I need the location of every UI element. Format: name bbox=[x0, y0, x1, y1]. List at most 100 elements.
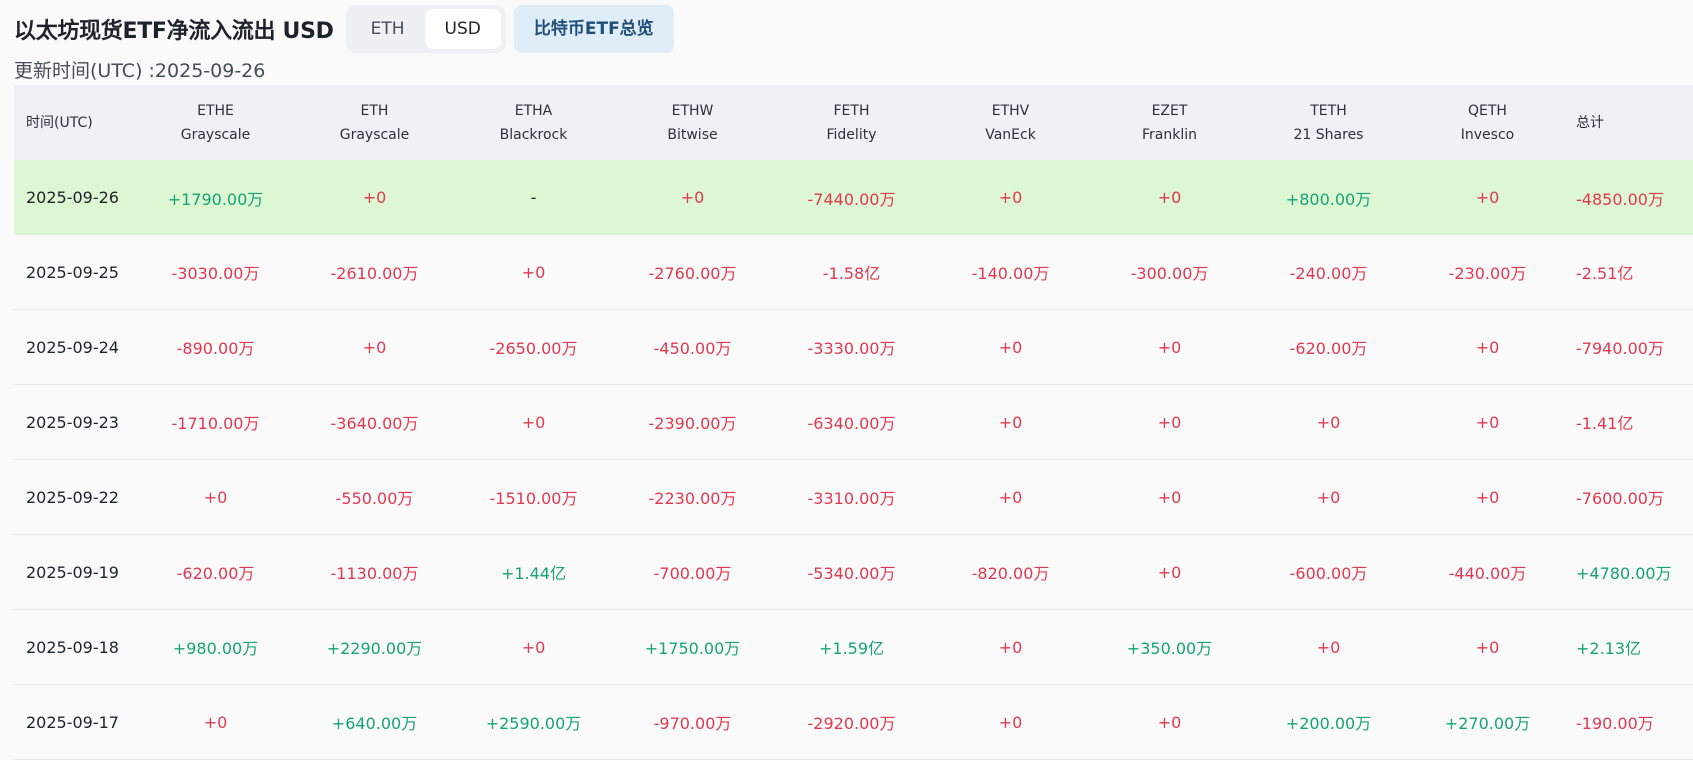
flow-cell-ethv: +0 bbox=[998, 487, 1023, 507]
table-body: 2025-09-26 +1790.00万 +0 - +0 -7440.00万 +0 +0 +80… bbox=[14, 160, 1693, 760]
flow-cell-ezet: +0 bbox=[1157, 188, 1182, 207]
column-header-eth: ETH Grayscale bbox=[295, 99, 454, 147]
flow-cell-eth: -1130.00万 bbox=[330, 564, 419, 583]
column-ticker: ETHA bbox=[514, 102, 553, 119]
flow-cell-eth: -550.00万 bbox=[335, 489, 414, 508]
flow-cell-ethw: -2760.00万 bbox=[648, 264, 737, 283]
table-row: 2025-09-23 -1710.00万 -3640.00万 +0 -2390.00万 -… bbox=[14, 385, 1693, 460]
flow-cell-ethv: +0 bbox=[998, 637, 1023, 657]
flow-cell-teth: -600.00万 bbox=[1289, 564, 1368, 583]
flow-cell-qeth: +0 bbox=[1475, 337, 1500, 357]
updated-time: 更新时间(UTC) :2025-09-26 bbox=[14, 60, 266, 82]
column-header-ezet: EZET Franklin bbox=[1090, 99, 1249, 147]
flow-cell-ezet: +0 bbox=[1157, 337, 1182, 357]
flow-cell-qeth: +0 bbox=[1475, 412, 1500, 432]
flow-cell-teth: +0 bbox=[1316, 487, 1341, 507]
column-ticker: ETHW bbox=[671, 102, 714, 119]
flow-cell-feth: -5340.00万 bbox=[807, 564, 896, 583]
flow-cell-ethe: +0 bbox=[203, 487, 228, 507]
flow-cell-etha: +2590.00万 bbox=[485, 714, 582, 733]
unit-usd-button[interactable]: USD bbox=[424, 9, 501, 49]
column-issuer: Franklin bbox=[1141, 126, 1197, 143]
column-header-etha: ETHA Blackrock bbox=[454, 99, 613, 147]
flow-cell-ezet: +0 bbox=[1157, 712, 1182, 732]
flow-cell-etha: -2650.00万 bbox=[489, 339, 578, 358]
row-date: 2025-09-26 bbox=[26, 188, 119, 207]
page-title: 以太坊现货ETF净流入流出 USD bbox=[14, 19, 334, 44]
flow-cell-eth: -2610.00万 bbox=[330, 264, 419, 283]
column-ticker: ETHV bbox=[991, 102, 1030, 119]
flow-cell-teth: +200.00万 bbox=[1285, 714, 1372, 733]
unit-toggle: ETH USD bbox=[345, 5, 506, 53]
page-header: 以太坊现货ETF净流入流出 USD ETH USD 比特币ETF总览 bbox=[14, 5, 674, 53]
flow-cell-feth: -3330.00万 bbox=[807, 339, 896, 358]
flow-cell-qeth: +270.00万 bbox=[1444, 714, 1531, 733]
flow-cell-total: +4780.00万 bbox=[1576, 564, 1672, 583]
flow-cell-ethe: +980.00万 bbox=[172, 639, 259, 658]
flow-cell-qeth: +0 bbox=[1475, 637, 1500, 657]
flow-cell-ethe: -620.00万 bbox=[176, 564, 255, 583]
table-row: 2025-09-25 -3030.00万 -2610.00万 +0 -2760.00万 -… bbox=[14, 235, 1693, 310]
flow-cell-etha: +0 bbox=[521, 637, 546, 657]
column-ticker: FETH bbox=[833, 102, 870, 119]
flow-cell-feth: -6340.00万 bbox=[807, 414, 896, 433]
column-header-ethw: ETHW Bitwise bbox=[613, 99, 772, 147]
table-row: 2025-09-24 -890.00万 +0 -2650.00万 -450.00万 -33… bbox=[14, 310, 1693, 385]
flow-cell-teth: +800.00万 bbox=[1285, 189, 1372, 209]
flow-cell-total: +2.13亿 bbox=[1576, 639, 1642, 658]
column-header-ethe: ETHE Grayscale bbox=[136, 99, 295, 147]
flow-cell-ethw: -700.00万 bbox=[653, 564, 732, 583]
column-issuer: 21 Shares bbox=[1293, 126, 1364, 143]
unit-eth-button[interactable]: ETH bbox=[351, 9, 425, 49]
flow-cell-eth: +2290.00万 bbox=[326, 639, 423, 658]
flow-cell-eth: -3640.00万 bbox=[330, 414, 419, 433]
column-ticker: ETHE bbox=[197, 102, 234, 119]
flow-cell-teth: +0 bbox=[1316, 637, 1341, 657]
flow-cell-teth: -240.00万 bbox=[1289, 264, 1368, 283]
flow-cell-ethe: +0 bbox=[203, 712, 228, 732]
row-date: 2025-09-22 bbox=[26, 487, 119, 507]
row-date: 2025-09-18 bbox=[26, 637, 119, 657]
flow-cell-ethw: -2230.00万 bbox=[648, 489, 737, 508]
table-row: 2025-09-18 +980.00万 +2290.00万 +0 +1750.00万 +1… bbox=[14, 610, 1693, 685]
table-row: 2025-09-19 -620.00万 -1130.00万 +1.44亿 -700.00… bbox=[14, 535, 1693, 610]
flow-cell-feth: +1.59亿 bbox=[818, 639, 885, 658]
column-issuer: Invesco bbox=[1460, 126, 1515, 143]
flow-cell-ezet: -300.00万 bbox=[1130, 264, 1209, 283]
row-date: 2025-09-23 bbox=[26, 412, 119, 432]
row-date: 2025-09-19 bbox=[26, 562, 119, 582]
flow-cell-ethw: -450.00万 bbox=[653, 339, 732, 358]
bitcoin-etf-overview-button[interactable]: 比特币ETF总览 bbox=[513, 5, 674, 53]
flow-cell-ezet: +350.00万 bbox=[1126, 639, 1213, 658]
flow-cell-ethv: -140.00万 bbox=[971, 264, 1050, 283]
column-header-total: 总计 bbox=[1576, 114, 1604, 131]
column-ticker: TETH bbox=[1310, 102, 1347, 119]
flow-cell-ethe: -3030.00万 bbox=[171, 264, 260, 283]
flow-cell-total: -190.00万 bbox=[1576, 714, 1654, 733]
column-issuer: Grayscale bbox=[339, 126, 410, 143]
flow-cell-teth: +0 bbox=[1316, 412, 1341, 432]
flow-cell-ethv: -820.00万 bbox=[971, 564, 1050, 583]
flow-cell-total: -1.41亿 bbox=[1576, 414, 1634, 433]
column-header-ethv: ETHV VanEck bbox=[931, 99, 1090, 147]
table-row: 2025-09-17 +0 +640.00万 +2590.00万 -970.00万 -29… bbox=[14, 685, 1693, 760]
flow-cell-total: -4850.00万 bbox=[1576, 189, 1664, 209]
flow-cell-ezet: +0 bbox=[1157, 487, 1182, 507]
row-date: 2025-09-24 bbox=[26, 337, 119, 357]
row-date: 2025-09-25 bbox=[26, 262, 119, 282]
flow-cell-eth: +0 bbox=[362, 188, 387, 207]
flow-cell-eth: +640.00万 bbox=[331, 714, 418, 733]
table-row: 2025-09-26 +1790.00万 +0 - +0 -7440.00万 +0 +0 +80… bbox=[14, 160, 1693, 235]
flow-cell-qeth: -230.00万 bbox=[1448, 264, 1527, 283]
etf-flow-table: 时间(UTC) ETHE Grayscale ETH Grayscale ETHA B… bbox=[14, 85, 1693, 760]
flow-cell-total: -7940.00万 bbox=[1576, 339, 1664, 358]
flow-cell-ezet: +0 bbox=[1157, 562, 1182, 582]
flow-cell-total: -2.51亿 bbox=[1576, 264, 1634, 283]
flow-cell-ethv: +0 bbox=[998, 712, 1023, 732]
flow-cell-ethv: +0 bbox=[998, 337, 1023, 357]
column-ticker: EZET bbox=[1151, 102, 1188, 119]
flow-cell-feth: -2920.00万 bbox=[807, 714, 896, 733]
column-issuer: Blackrock bbox=[499, 126, 568, 143]
flow-cell-feth: -3310.00万 bbox=[807, 489, 896, 508]
flow-cell-qeth: +0 bbox=[1475, 487, 1500, 507]
